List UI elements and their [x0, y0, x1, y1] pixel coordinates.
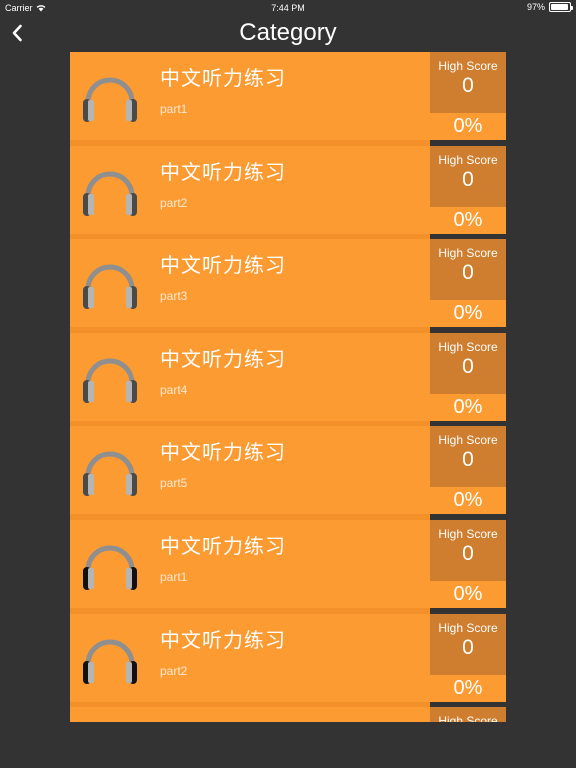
- status-bar: Carrier 7:44 PM 97%: [0, 0, 576, 16]
- progress-percent: 0%: [430, 487, 506, 515]
- score-top: High Score 0: [430, 613, 506, 675]
- category-subtitle: part3: [160, 289, 188, 304]
- score-top: High Score 0: [430, 426, 506, 488]
- category-row-main[interactable]: 中文听力练习 part1: [70, 519, 430, 614]
- headphones-icon: [83, 171, 137, 216]
- category-title: 中文听力练习: [160, 629, 286, 652]
- score-panel: High Score: [430, 707, 506, 722]
- category-row[interactable]: 中文听力练习 part2 High Score 0 0%: [70, 613, 506, 708]
- progress-percent: 0%: [430, 674, 506, 702]
- score-top: High Score 0: [430, 239, 506, 301]
- category-title: 中文听力练习: [160, 255, 286, 278]
- headphones-icon: [83, 77, 137, 122]
- category-row[interactable]: 中文听力练习 part1 High Score 0 0%: [70, 519, 506, 614]
- category-title: 中文听力练习: [160, 68, 286, 90]
- category-row-main[interactable]: 中文听力练习: [70, 707, 430, 722]
- battery-percent: 97%: [526, 2, 545, 12]
- high-score-value: 0: [462, 448, 474, 472]
- battery-tip: [571, 6, 573, 10]
- score-panel: High Score 0 0%: [430, 519, 506, 608]
- category-subtitle: part5: [160, 476, 188, 491]
- high-score-value: 0: [462, 541, 474, 565]
- high-score-value: 0: [462, 635, 474, 659]
- category-subtitle: part1: [160, 102, 188, 116]
- progress-percent: 0%: [430, 580, 506, 608]
- high-score-value: 0: [462, 354, 474, 378]
- nav-bar: Category: [0, 16, 576, 52]
- category-row[interactable]: 中文听力练习 part4 High Score 0 0%: [70, 332, 506, 427]
- category-row[interactable]: 中文听力练习 part2 High Score 0 0%: [70, 145, 506, 240]
- high-score-label: High Score: [438, 620, 498, 635]
- high-score-label: High Score: [438, 59, 498, 73]
- category-title: 中文听力练习: [160, 348, 286, 371]
- progress-percent: 0%: [430, 113, 506, 140]
- score-panel: High Score 0 0%: [430, 145, 506, 234]
- category-row-main[interactable]: 中文听力练习 part5: [70, 426, 430, 520]
- category-row-main[interactable]: 中文听力练习 part4: [70, 332, 430, 427]
- category-title: 中文听力练习: [160, 717, 286, 722]
- score-panel: High Score 0 0%: [430, 332, 506, 421]
- score-top: High Score 0: [430, 52, 506, 113]
- high-score-label: High Score: [438, 526, 498, 541]
- status-right: 97%: [526, 2, 573, 12]
- battery-fill: [551, 4, 569, 10]
- high-score-value: 0: [462, 74, 474, 97]
- high-score-label: High Score: [438, 339, 498, 354]
- headphones-icon: [83, 358, 137, 403]
- category-subtitle: part1: [160, 569, 188, 584]
- high-score-label: High Score: [438, 433, 498, 448]
- category-row-main[interactable]: 中文听力练习 part2: [70, 145, 430, 240]
- progress-percent: 0%: [430, 300, 506, 328]
- score-panel: High Score 0 0%: [430, 613, 506, 702]
- category-row-main[interactable]: 中文听力练习 part3: [70, 239, 430, 333]
- category-title: 中文听力练习: [160, 161, 286, 184]
- category-row[interactable]: 中文听力练习 part5 High Score 0 0%: [70, 426, 506, 520]
- page-title: Category: [239, 19, 337, 46]
- high-score-label: High Score: [438, 152, 498, 167]
- category-row-main[interactable]: 中文听力练习 part2: [70, 613, 430, 708]
- headphones-icon: [83, 639, 137, 684]
- headphones-icon: [83, 451, 137, 497]
- progress-percent: 0%: [430, 393, 506, 421]
- score-panel: High Score 0 0%: [430, 426, 506, 515]
- progress-percent: 0%: [430, 206, 506, 234]
- category-subtitle: part2: [160, 663, 188, 678]
- score-top: High Score 0: [430, 332, 506, 394]
- category-row[interactable]: 中文听力练习 part3 High Score 0 0%: [70, 239, 506, 333]
- high-score-value: 0: [462, 167, 474, 191]
- high-score-value: 0: [462, 261, 474, 285]
- score-top: High Score 0: [430, 519, 506, 581]
- score-panel: High Score 0 0%: [430, 52, 506, 140]
- category-title: 中文听力练习: [160, 442, 286, 465]
- category-row-main[interactable]: 中文听力练习 part1: [70, 52, 430, 146]
- high-score-label: High Score: [438, 246, 498, 261]
- headphones-icon: [83, 264, 137, 310]
- score-top: High Score: [430, 707, 506, 722]
- category-title: 中文听力练习: [160, 535, 286, 558]
- high-score-label: High Score: [438, 714, 498, 722]
- category-row[interactable]: 中文听力练习 High Score: [70, 707, 506, 722]
- category-row[interactable]: 中文听力练习 part1 High Score 0 0%: [70, 52, 506, 146]
- score-top: High Score 0: [430, 145, 506, 207]
- score-panel: High Score 0 0%: [430, 239, 506, 328]
- category-subtitle: part4: [160, 382, 188, 397]
- battery-icon: [549, 2, 573, 12]
- headphones-icon: [83, 545, 137, 590]
- status-time: 7:44 PM: [271, 3, 305, 13]
- category-subtitle: part2: [160, 195, 188, 210]
- category-list[interactable]: 中文听力练习 part1 High Score 0 0% 中文听力练习 part…: [70, 52, 506, 722]
